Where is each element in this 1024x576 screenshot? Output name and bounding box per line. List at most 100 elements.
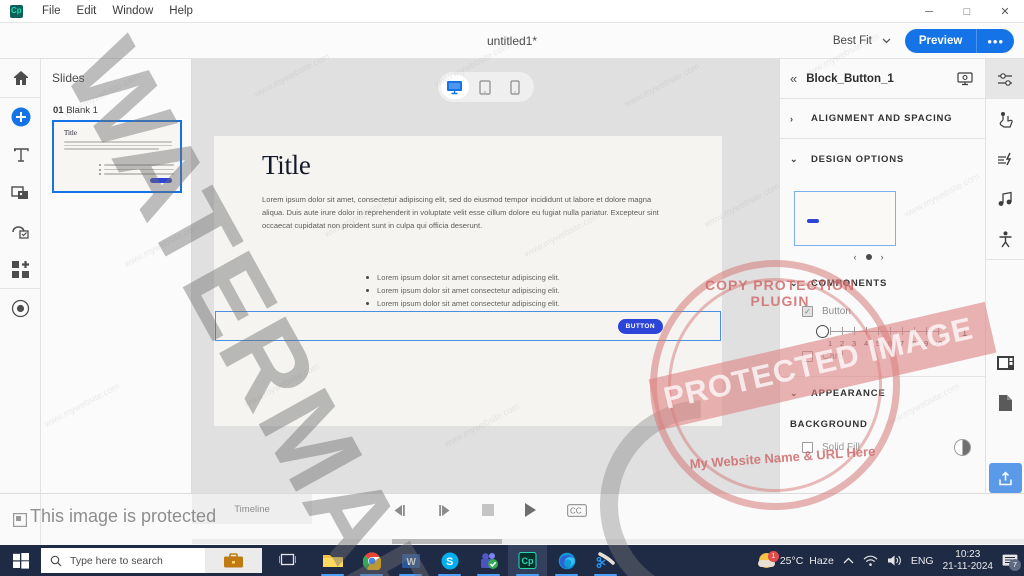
checkbox-checked-icon[interactable]: ✓ xyxy=(802,306,813,317)
closed-captions-button[interactable]: CC xyxy=(567,503,587,517)
timeline-scroll-thumb[interactable] xyxy=(392,539,502,544)
slider-handle[interactable] xyxy=(816,325,829,338)
slide-button[interactable]: BUTTON xyxy=(617,319,663,334)
play-button[interactable] xyxy=(524,503,537,517)
checkbox-unchecked-icon[interactable] xyxy=(802,442,813,453)
stop-button[interactable] xyxy=(482,504,494,516)
toolbar-right-group: Best Fit Preview ••• xyxy=(833,23,1014,59)
states-preview-icon[interactable] xyxy=(955,70,975,88)
chevron-down-icon: ⌄ xyxy=(790,153,799,164)
protection-overlay-text: This image is protected xyxy=(30,506,217,526)
section-components[interactable]: ⌄ COMPONENTS xyxy=(780,266,985,300)
text-icon[interactable] xyxy=(0,136,41,174)
taskbar-teams[interactable] xyxy=(469,545,508,576)
section-label: COMPONENTS xyxy=(811,277,888,289)
start-button[interactable] xyxy=(0,545,41,576)
taskbar-snip[interactable] xyxy=(586,545,625,576)
effects-icon[interactable] xyxy=(986,139,1024,179)
publish-icon[interactable] xyxy=(989,463,1022,493)
design-option-thumbnail[interactable] xyxy=(794,191,896,246)
clock[interactable]: 10:23 21-11-2024 xyxy=(943,549,993,573)
captivate-logo-icon xyxy=(10,4,23,18)
menu-edit[interactable]: Edit xyxy=(69,0,105,23)
previous-slide-button[interactable] xyxy=(392,504,407,517)
slider-value: 1 xyxy=(962,328,968,339)
slide-canvas[interactable]: Title Lorem ipsum dolor sit amet, consec… xyxy=(214,136,722,426)
slider-tick: 4 xyxy=(864,339,869,348)
slide-thumbnail[interactable]: Title xyxy=(52,120,182,193)
slide-title-text[interactable]: Title xyxy=(262,150,311,181)
language-indicator[interactable]: ENG xyxy=(911,555,934,567)
minimize-button[interactable]: ─ xyxy=(910,0,948,23)
record-icon[interactable] xyxy=(0,289,41,327)
search-input[interactable]: Type here to search xyxy=(41,548,262,573)
weather-widget[interactable]: 1 25°C Haze xyxy=(757,551,834,568)
device-preview-switch xyxy=(437,72,534,102)
media-icon[interactable] xyxy=(0,174,41,212)
slide-bullet-list[interactable]: Lorem ipsum dolor sit amet consectetur a… xyxy=(366,273,560,312)
taskbar-chrome[interactable] xyxy=(352,545,391,576)
chevron-down-icon: ⌄ xyxy=(790,387,799,398)
widgets-icon[interactable] xyxy=(0,250,41,288)
menu-window[interactable]: Window xyxy=(104,0,161,23)
home-icon[interactable] xyxy=(0,59,41,97)
section-alignment-and-spacing[interactable]: › ALIGNMENT AND SPACING xyxy=(780,99,985,139)
bottom-bar: Timeline This image is protected CC xyxy=(0,493,1024,546)
selected-button-block[interactable]: BUTTON xyxy=(215,311,721,341)
window-controls: ─ □ ✕ xyxy=(910,0,1024,23)
component-row-button[interactable]: ✓ Button xyxy=(780,300,985,317)
svg-text:S: S xyxy=(446,556,453,568)
assets-icon[interactable] xyxy=(986,383,1024,423)
briefcase-icon[interactable] xyxy=(205,548,262,573)
mobile-preview-icon[interactable] xyxy=(501,75,529,99)
taskbar-word[interactable]: W xyxy=(391,545,430,576)
interactions-icon[interactable] xyxy=(986,99,1024,139)
checkbox-unchecked-icon[interactable] xyxy=(802,351,813,362)
zoom-select[interactable]: Best Fit xyxy=(833,35,891,47)
next-slide-button[interactable] xyxy=(437,504,452,517)
audio-icon[interactable] xyxy=(986,179,1024,219)
taskbar-file-explorer[interactable] xyxy=(313,545,352,576)
slide-paragraph-text[interactable]: Lorem ipsum dolor sit amet, consectetur … xyxy=(262,193,674,232)
opacity-dial[interactable] xyxy=(954,439,971,456)
section-design-options[interactable]: ⌄ DESIGN OPTIONS xyxy=(780,139,985,179)
section-appearance[interactable]: ⌄ APPEARANCE xyxy=(780,377,985,409)
accessibility-icon[interactable] xyxy=(986,219,1024,259)
taskbar-captivate[interactable]: Cp xyxy=(508,545,547,576)
add-slide-icon[interactable] xyxy=(0,98,41,136)
more-options-button[interactable]: ••• xyxy=(976,29,1014,53)
slide-thumb-bullets xyxy=(99,164,174,178)
slider-tick: 2 xyxy=(840,339,845,348)
wifi-icon[interactable] xyxy=(863,555,878,567)
tablet-preview-icon[interactable] xyxy=(471,75,499,99)
carousel-prev-button[interactable]: ‹ xyxy=(854,252,857,262)
carousel-next-button[interactable]: › xyxy=(881,252,884,262)
taskbar-edge[interactable] xyxy=(547,545,586,576)
speaker-icon[interactable] xyxy=(887,554,902,567)
desktop-preview-icon[interactable] xyxy=(440,75,469,99)
collapse-panel-icon[interactable]: « xyxy=(790,71,797,86)
layout-icon[interactable] xyxy=(986,343,1024,383)
tray-chevron-icon[interactable] xyxy=(843,557,854,564)
background-label: BACKGROUND xyxy=(790,419,868,430)
section-label: DESIGN OPTIONS xyxy=(811,153,905,165)
search-placeholder: Type here to search xyxy=(70,554,163,567)
slider-tick: 3 xyxy=(852,339,857,348)
slide-thumb-button xyxy=(150,178,172,183)
solid-fill-row[interactable]: Solid Fill xyxy=(780,430,985,456)
maximize-button[interactable]: □ xyxy=(948,0,986,23)
task-view-icon[interactable] xyxy=(268,545,307,576)
slider-tick: 7 xyxy=(900,339,905,348)
menu-help[interactable]: Help xyxy=(161,0,201,23)
close-button[interactable]: ✕ xyxy=(986,0,1024,23)
taskbar-skype[interactable]: S xyxy=(430,545,469,576)
interactions-icon[interactable] xyxy=(0,212,41,250)
carousel-page-dot[interactable] xyxy=(865,254,872,260)
menu-file[interactable]: File xyxy=(34,0,69,23)
properties-icon[interactable] xyxy=(986,59,1024,99)
timeline-scrollbar[interactable] xyxy=(192,539,1024,544)
right-rail-bottom-group xyxy=(986,343,1024,423)
notification-icon[interactable]: 7 xyxy=(1002,554,1021,571)
chevron-down-icon xyxy=(882,38,891,44)
preview-button[interactable]: Preview xyxy=(904,29,977,53)
